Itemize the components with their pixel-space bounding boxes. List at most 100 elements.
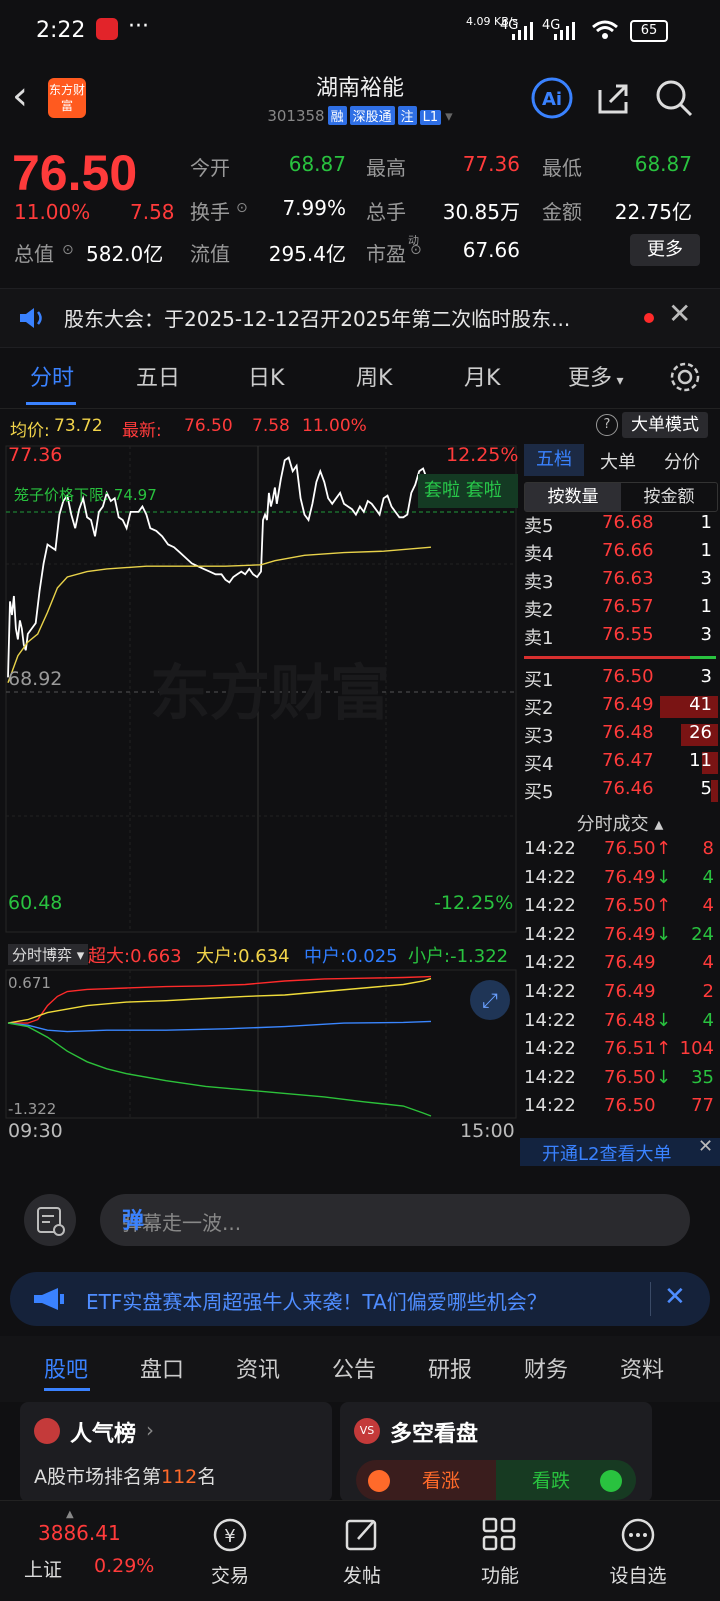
help-icon[interactable]: ? <box>596 414 618 436</box>
close-icon[interactable]: ✕ <box>668 297 691 330</box>
trade-time: 14:22 <box>524 1066 576 1088</box>
trade-price: 76.50 <box>604 1066 656 1088</box>
close-icon[interactable]: ✕ <box>698 1136 713 1157</box>
fund-flow-chart[interactable]: 分时博弈 ▾ 超大:0.663 大户:0.634 中户:0.025 小户:-1.… <box>0 940 518 1142</box>
nav-trade[interactable]: ¥ 交易 <box>180 1501 280 1601</box>
tab-research[interactable]: 研报 <box>428 1352 472 1384</box>
bid-row[interactable]: 买2 76.49 41 <box>520 694 718 722</box>
tag-level: L1 <box>419 110 442 125</box>
tab-more[interactable]: 更多 ▾ <box>568 360 624 392</box>
ask-row[interactable]: 卖3 76.63 3 <box>520 568 718 596</box>
change-percent: 11.00% <box>14 200 91 224</box>
tab-intraday[interactable]: 分时 <box>30 360 74 392</box>
ask-price: 76.57 <box>602 596 654 617</box>
info-icon[interactable]: ⊙ <box>62 242 74 258</box>
tag-connect: 深股通 <box>349 106 395 125</box>
time-start: 09:30 <box>8 1120 63 1142</box>
bid-row[interactable]: 买4 76.47 11 <box>520 750 718 778</box>
bull-button[interactable]: 看涨 <box>356 1460 496 1500</box>
tab-order-book[interactable]: 盘口 <box>140 1352 184 1384</box>
ask-level: 卖5 <box>524 516 554 537</box>
settings-gear-icon[interactable] <box>668 360 702 394</box>
tab-five-day[interactable]: 五日 <box>136 360 180 392</box>
bid-row[interactable]: 买3 76.48 26 <box>520 722 718 750</box>
ai-icon[interactable]: Ai <box>530 76 574 120</box>
tab-finance[interactable]: 财务 <box>524 1352 568 1384</box>
popularity-card[interactable]: 人气榜 › A股市场排名第112名 <box>20 1402 332 1502</box>
info-icon[interactable]: ⊙ <box>236 200 248 216</box>
announcement-bar[interactable]: 股东大会：于2025-12-12召开2025年第二次临时股东... ✕ <box>0 288 720 348</box>
bid-level: 买5 <box>524 782 554 803</box>
ask-row[interactable]: 卖1 76.55 3 <box>520 624 718 652</box>
bid-row[interactable]: 买5 76.46 5 <box>520 778 718 806</box>
low-value: 68.87 <box>634 152 692 176</box>
expand-icon[interactable]: ⤢ <box>470 980 510 1020</box>
intraday-chart-svg: 东方财富 <box>5 445 517 933</box>
danmu-bar: 弹幕走一波... 弹 <box>0 1180 720 1260</box>
bull-bear-card[interactable]: VS 多空看盘 看涨 看跌 <box>340 1402 652 1502</box>
danmu-input[interactable]: 弹幕走一波... 弹 <box>100 1194 690 1246</box>
more-circle-icon <box>621 1518 655 1552</box>
trade-time: 14:22 <box>524 981 576 1002</box>
ask-row[interactable]: 卖2 76.57 1 <box>520 596 718 624</box>
trapped-flag: 套啦 套啦 <box>418 474 518 508</box>
nav-watchlist[interactable]: 设自选 <box>588 1501 688 1601</box>
status-time: 2:22 <box>36 18 86 43</box>
trade-price: 76.50 <box>604 838 656 859</box>
sub-chart-selector[interactable]: 分时博弈 ▾ <box>8 944 89 965</box>
tab-news[interactable]: 资讯 <box>236 1352 280 1384</box>
tab-profile[interactable]: 资料 <box>620 1352 664 1384</box>
trades-title[interactable]: 分时成交 ▴ <box>520 810 720 836</box>
index-percent: 0.29% <box>94 1555 155 1577</box>
ask-row[interactable]: 卖5 76.68 1 <box>520 512 718 540</box>
etf-banner-text: ETF实盘赛本周超强牛人来袭！TA们偏爱哪些机会？ <box>86 1290 547 1314</box>
more-button[interactable]: 更多 <box>630 234 700 266</box>
avg-value: 73.72 <box>54 416 103 436</box>
amount-label: 金额 <box>542 200 582 224</box>
bid-qty: 3 <box>700 666 712 687</box>
medium-label: 中户:0.025 <box>304 946 398 967</box>
search-icon[interactable] <box>652 76 696 120</box>
trade-price: 76.49 <box>604 981 656 1002</box>
nav-post[interactable]: 发帖 <box>312 1501 412 1601</box>
l2-promo[interactable]: 开通L2查看大单 ✕ <box>520 1136 720 1166</box>
bear-button[interactable]: 看跌 <box>496 1460 636 1500</box>
more-notifications-icon: ··· <box>128 14 149 39</box>
nav-functions-label: 功能 <box>480 1565 519 1587</box>
tab-forum[interactable]: 股吧 <box>44 1352 88 1384</box>
ask-qty: 3 <box>700 568 712 589</box>
turnover-value: 7.99% <box>282 196 346 220</box>
bid-price: 76.50 <box>602 666 654 687</box>
bid-row[interactable]: 买1 76.50 3 <box>520 666 718 694</box>
toggle-by-amount[interactable]: 按金额 <box>621 483 717 511</box>
unread-dot <box>644 313 654 323</box>
turnover-label: 换手 <box>190 200 230 224</box>
tab-big-orders[interactable]: 大单 <box>600 448 636 474</box>
trade-price: 76.49 <box>604 952 656 974</box>
tab-five-levels[interactable]: 五档 <box>524 444 584 476</box>
bid-list: 买1 76.50 3 买2 76.49 41 买3 76.48 26 买4 76.47 11 买5 76.… <box>520 666 720 808</box>
tab-price-distribution[interactable]: 分价 <box>664 448 700 474</box>
index-ticker[interactable]: ▲ 3886.41 上证 0.29% <box>0 1501 154 1601</box>
nav-trade-label: 交易 <box>210 1565 249 1587</box>
close-icon[interactable]: ✕ <box>664 1282 686 1312</box>
tab-announcements[interactable]: 公告 <box>332 1352 376 1384</box>
etf-banner[interactable]: ETF实盘赛本周超强牛人来袭！TA们偏爱哪些机会？ ✕ <box>10 1272 710 1326</box>
big-order-mode-button[interactable]: 大单模式 <box>622 412 708 438</box>
tab-monthly-k[interactable]: 月K <box>464 360 500 392</box>
arrow-down-icon <box>600 1470 622 1492</box>
nav-functions[interactable]: 功能 <box>450 1501 550 1601</box>
tab-weekly-k[interactable]: 周K <box>356 360 392 392</box>
bear-label: 看跌 <box>532 1470 571 1492</box>
intraday-chart[interactable]: 东方财富 77.36 12.25% 笼子价格下限: 74.97 套啦 套啦 68… <box>0 444 518 934</box>
trade-direction: ↓ <box>656 1009 672 1031</box>
share-icon[interactable] <box>592 76 636 120</box>
trade-time: 14:22 <box>524 866 576 888</box>
danmu-send-icon[interactable]: 弹 <box>122 1203 672 1235</box>
active-tab-indicator <box>26 402 76 405</box>
info-icon[interactable]: ⊙ <box>410 242 422 258</box>
danmu-settings-icon[interactable] <box>24 1194 76 1246</box>
toggle-by-quantity[interactable]: 按数量 <box>525 483 621 511</box>
ask-row[interactable]: 卖4 76.66 1 <box>520 540 718 568</box>
tab-daily-k[interactable]: 日K <box>248 360 284 392</box>
